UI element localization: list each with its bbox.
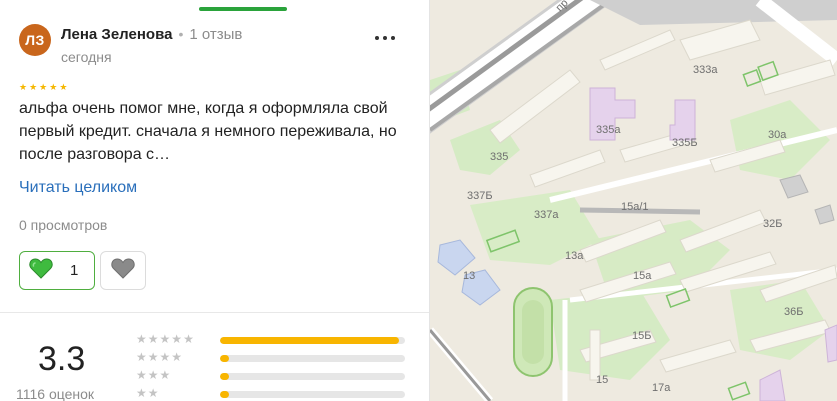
active-tab-indicator xyxy=(199,7,287,11)
map-label: 335а xyxy=(596,124,621,136)
rating-bar-fill xyxy=(220,373,229,380)
rating-row-stars: ★ ★ ★ ★ xyxy=(136,350,182,364)
map-label: 17а xyxy=(652,382,671,394)
rating-distribution: ★ ★ ★ ★ ★ ★ ★ ★ ★ ★ ★ ★ ★ ★ xyxy=(136,332,406,401)
star-icon: ★ xyxy=(159,332,171,346)
more-dots-icon xyxy=(375,36,379,40)
star-icon: ★ xyxy=(59,82,68,92)
star-icon: ★ xyxy=(49,82,58,92)
gray-heart-icon xyxy=(110,256,136,285)
rating-bar-track xyxy=(220,373,405,380)
map-label: 32Б xyxy=(763,218,782,230)
map-label: 36Б xyxy=(784,306,803,318)
star-icon: ★ xyxy=(147,386,159,400)
review-rating-stars: ★ ★ ★ ★ ★ xyxy=(19,82,67,92)
star-icon: ★ xyxy=(147,350,159,364)
rating-bar-fill xyxy=(220,391,229,398)
views-count: 0 просмотров xyxy=(19,217,108,233)
map-label: 30а xyxy=(768,129,787,141)
rating-row: ★ ★ ★ ★ ★ xyxy=(136,332,406,350)
rating-bar-track xyxy=(220,391,405,398)
map-stadium xyxy=(522,300,544,364)
map-road xyxy=(430,0,609,131)
read-more-link[interactable]: Читать целиком xyxy=(19,179,137,197)
star-icon: ★ xyxy=(136,350,147,364)
star-icon: ★ xyxy=(159,350,171,364)
map-road xyxy=(430,329,492,401)
star-icon: ★ xyxy=(29,82,38,92)
author-reviews-count: 1 отзыв xyxy=(189,26,243,43)
review-panel: ЛЗ Лена Зеленова • 1 отзыв сегодня ★ ★ ★ ★ ★… xyxy=(0,0,430,401)
map-canvas: пр333а335а335Б30а335337Б337а15а/132Б13а1… xyxy=(430,0,837,401)
rating-row-stars: ★ ★ xyxy=(136,386,159,400)
like-count: 1 xyxy=(70,262,79,279)
map-label: 335Б xyxy=(672,137,698,149)
section-divider xyxy=(0,312,429,313)
rating-row: ★ ★ ★ xyxy=(136,368,406,386)
rating-bar-fill xyxy=(220,355,230,362)
rating-bar-fill xyxy=(220,337,400,344)
app-root: ЛЗ Лена Зеленова • 1 отзыв сегодня ★ ★ ★ ★ ★… xyxy=(0,0,837,401)
author-name[interactable]: Лена Зеленова xyxy=(61,26,172,43)
dislike-button[interactable] xyxy=(100,251,146,290)
map-label: 15а xyxy=(633,270,652,282)
rating-row-stars: ★ ★ ★ ★ ★ xyxy=(136,332,194,346)
map-label: 335 xyxy=(490,151,508,163)
rating-row: ★ ★ xyxy=(136,386,406,401)
star-icon: ★ xyxy=(183,332,194,346)
map-label: 15Б xyxy=(632,330,651,342)
star-icon: ★ xyxy=(136,332,147,346)
map-label: 13 xyxy=(463,270,475,282)
map-label: 13а xyxy=(565,250,584,262)
star-icon: ★ xyxy=(159,368,171,382)
more-dots-icon xyxy=(391,36,395,40)
map-label: 337а xyxy=(534,209,559,221)
map-label: 15а/1 xyxy=(621,201,649,213)
map-label: 15 xyxy=(596,374,608,386)
review-date: сегодня xyxy=(61,49,112,65)
rating-row: ★ ★ ★ ★ xyxy=(136,350,406,368)
author-separator: • xyxy=(178,26,184,42)
star-icon: ★ xyxy=(171,332,183,346)
map-structures xyxy=(779,174,835,225)
star-icon: ★ xyxy=(39,82,48,92)
map-label: 337Б xyxy=(467,190,493,202)
author-row: Лена Зеленова • 1 отзыв xyxy=(61,26,242,46)
rating-row-stars: ★ ★ ★ xyxy=(136,368,170,382)
review-text: альфа очень помог мне, когда я оформляла… xyxy=(19,100,397,163)
star-icon: ★ xyxy=(147,368,159,382)
star-icon: ★ xyxy=(136,386,147,400)
map-view[interactable]: пр 333а 335а 335Б 30а 335 337Б 337а 15а/1 32Б 13а 1… xyxy=(430,0,837,401)
green-heart-icon xyxy=(28,256,54,285)
more-options-button[interactable] xyxy=(371,28,399,48)
more-dots-icon xyxy=(383,36,387,40)
like-button[interactable]: 1 xyxy=(19,251,95,290)
avatar[interactable]: ЛЗ xyxy=(19,24,51,56)
rating-bar-track xyxy=(220,337,405,344)
map-label: 333а xyxy=(693,64,718,76)
star-icon: ★ xyxy=(147,332,159,346)
star-icon: ★ xyxy=(19,82,28,92)
ratings-count: 1116 оценок xyxy=(16,386,95,401)
star-icon: ★ xyxy=(136,368,147,382)
rating-bar-track xyxy=(220,355,405,362)
star-icon: ★ xyxy=(171,350,183,364)
average-rating: 3.3 xyxy=(38,340,86,378)
